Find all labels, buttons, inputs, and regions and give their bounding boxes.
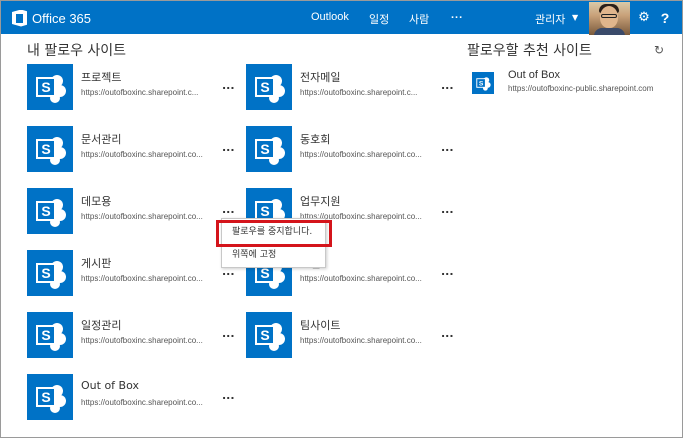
site-url: https://outofboxinc.sharepoint.co... (81, 150, 203, 159)
office365-brand[interactable]: Office 365 (12, 9, 91, 27)
help-icon[interactable]: ? (657, 10, 673, 26)
site-url: https://outofboxinc.sharepoint.co... (81, 398, 203, 407)
followed-site-tile[interactable]: S 게시판 https://outofboxinc.sharepoint.co...… (27, 250, 237, 296)
svg-text:S: S (41, 265, 50, 281)
sharepoint-icon: S (246, 126, 292, 172)
followed-site-tile[interactable]: S 전자메일 https://outofboxinc.sharepoint.c...… (246, 64, 456, 110)
sharepoint-icon: S (27, 188, 73, 234)
menu-item-stop-following[interactable]: 팔로우를 중지합니다. (222, 222, 325, 242)
more-options-icon[interactable]: ... (222, 79, 235, 92)
nav-calendar[interactable]: 일정 (369, 11, 389, 27)
site-name[interactable]: 팀사이트 (300, 317, 340, 333)
svg-text:S: S (260, 79, 269, 95)
more-options-icon[interactable]: ... (222, 203, 235, 216)
site-url: https://outofboxinc.sharepoint.co... (300, 274, 422, 283)
followed-site-tile[interactable]: S 문서관리 https://outofboxinc.sharepoint.co..… (27, 126, 237, 172)
site-name[interactable]: 게시판 (81, 255, 111, 271)
followed-site-tile[interactable]: S 데모용 https://outofboxinc.sharepoint.co...… (27, 188, 237, 234)
sharepoint-icon: S (246, 312, 292, 358)
site-name[interactable]: 전자메일 (300, 69, 340, 85)
gear-icon[interactable]: ⚙ (636, 10, 652, 26)
site-name[interactable]: 데모용 (81, 193, 111, 209)
site-url: https://outofboxinc.sharepoint.co... (81, 336, 203, 345)
site-url: https://outofboxinc.sharepoint.co... (300, 336, 422, 345)
suggested-site-name[interactable]: Out of Box (508, 69, 560, 81)
more-options-icon[interactable]: ... (441, 141, 454, 154)
site-name[interactable]: Out of Box (81, 379, 139, 392)
site-name[interactable]: 프로젝트 (81, 69, 121, 85)
site-context-menu: 팔로우를 중지합니다. 위쪽에 고정 (221, 218, 326, 268)
more-options-icon[interactable]: ... (222, 141, 235, 154)
followed-site-tile[interactable]: S 일정관리 https://outofboxinc.sharepoint.co..… (27, 312, 237, 358)
svg-text:S: S (41, 203, 50, 219)
sharepoint-icon: S (27, 374, 73, 420)
more-options-icon[interactable]: ... (222, 389, 235, 402)
site-url: https://outofboxinc.sharepoint.co... (300, 150, 422, 159)
svg-text:S: S (260, 141, 269, 157)
svg-text:S: S (260, 327, 269, 343)
site-name[interactable]: 일정관리 (81, 317, 121, 333)
site-url: https://outofboxinc.sharepoint.c... (81, 88, 199, 97)
nav-more[interactable]: ... (451, 9, 463, 21)
suggested-site-url: https://outofboxinc-public.sharepoint.co… (508, 84, 654, 93)
more-options-icon[interactable]: ... (441, 265, 454, 278)
sharepoint-icon: S (27, 64, 73, 110)
nav-admin[interactable]: 관리자 (535, 11, 565, 27)
chevron-down-icon[interactable]: ▼ (572, 13, 578, 22)
svg-text:S: S (41, 389, 50, 405)
followed-site-tile[interactable]: S 팀사이트 https://outofboxinc.sharepoint.co..… (246, 312, 456, 358)
more-options-icon[interactable]: ... (441, 79, 454, 92)
more-options-icon[interactable]: ... (441, 203, 454, 216)
followed-site-tile[interactable]: S 프로젝트 https://outofboxinc.sharepoint.c...… (27, 64, 237, 110)
site-url: https://outofboxinc.sharepoint.co... (81, 274, 203, 283)
site-name[interactable]: 문서관리 (81, 131, 121, 147)
more-options-icon[interactable]: ... (441, 327, 454, 340)
office-logo-icon (12, 9, 27, 27)
menu-item-pin-to-top[interactable]: 위쪽에 고정 (222, 245, 325, 265)
sharepoint-icon: S (27, 126, 73, 172)
nav-people[interactable]: 사람 (409, 11, 429, 27)
svg-text:S: S (41, 79, 50, 95)
brand-text: Office 365 (32, 10, 92, 26)
svg-text:S: S (41, 141, 50, 157)
suggested-site-item[interactable]: S Out of Box https://outofboxinc-public.… (472, 69, 672, 96)
followed-sites-title: 내 팔로우 사이트 (27, 43, 127, 59)
nav-outlook[interactable]: Outlook (311, 11, 349, 23)
site-name[interactable]: 동호회 (300, 131, 330, 147)
suite-bar: Office 365 Outlook 일정 사람 ... 관리자 ▼ ⚙ ? (1, 1, 682, 35)
svg-text:S: S (479, 80, 484, 87)
svg-text:S: S (41, 327, 50, 343)
sharepoint-icon: S (27, 312, 73, 358)
sharepoint-icon: S (246, 64, 292, 110)
site-url: https://outofboxinc.sharepoint.co... (81, 212, 203, 221)
sharepoint-icon: S (472, 72, 494, 94)
followed-site-tile[interactable]: S 동호회 https://outofboxinc.sharepoint.co...… (246, 126, 456, 172)
refresh-icon[interactable]: ↻ (654, 43, 664, 57)
site-url: https://outofboxinc.sharepoint.c... (300, 88, 418, 97)
site-name[interactable]: 업무지원 (300, 193, 340, 209)
suggested-sites-title: 팔로우할 추천 사이트 (467, 43, 592, 59)
sharepoint-icon: S (27, 250, 73, 296)
more-options-icon[interactable]: ... (222, 327, 235, 340)
followed-site-tile[interactable]: S Out of Box https://outofboxinc.sharepoin… (27, 374, 237, 420)
avatar[interactable] (589, 2, 630, 35)
svg-text:S: S (260, 203, 269, 219)
